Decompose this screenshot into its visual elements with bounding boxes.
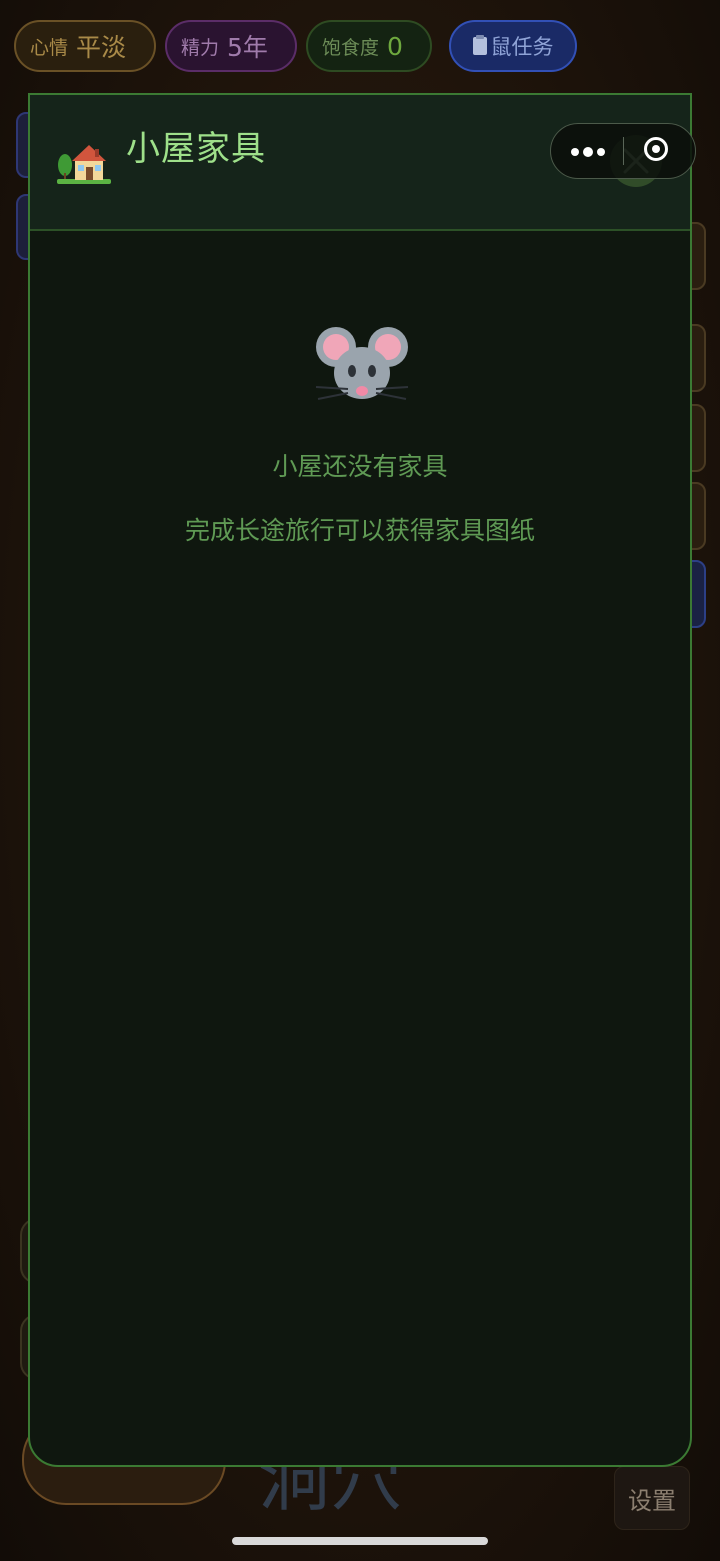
mouse-task-label: 鼠任务 [490, 35, 554, 59]
satiety-value: 0 [387, 31, 403, 61]
mood-chip: 心情 平淡 [14, 20, 156, 72]
energy-label: 精力 [181, 36, 220, 59]
target-icon[interactable] [624, 124, 696, 178]
energy-value: 5年 [227, 33, 268, 62]
home-indicator[interactable] [232, 1537, 488, 1545]
screen: 洞穴 设置 心情 平淡 精力 5年 饱食度 0 鼠任务 小屋家具 小屋还没有家具… [0, 0, 720, 1561]
mood-label: 心情 [30, 36, 69, 59]
satiety-chip: 饱食度 0 [306, 20, 432, 72]
more-dots-icon[interactable] [551, 124, 623, 178]
clipboard-icon [472, 35, 487, 55]
panel-title: 小屋家具 [126, 129, 266, 169]
empty-state-title: 小屋还没有家具 [272, 452, 448, 481]
settings-button[interactable]: 设置 [614, 1466, 690, 1530]
mouse-task-button[interactable]: 鼠任务 [449, 20, 577, 72]
empty-state-hint: 完成长途旅行可以获得家具图纸 [184, 516, 535, 545]
status-bar: 心情 平淡 精力 5年 饱食度 0 鼠任务 [0, 0, 720, 90]
satiety-label: 饱食度 [322, 36, 380, 59]
house-with-garden-icon [57, 145, 111, 184]
miniprogram-capsule [550, 123, 696, 179]
furniture-panel: 小屋家具 小屋还没有家具 完成长途旅行可以获得家具图纸 [28, 93, 692, 1467]
mood-value: 平淡 [76, 33, 127, 62]
energy-chip: 精力 5年 [165, 20, 297, 72]
mouse-face-icon [315, 327, 409, 400]
